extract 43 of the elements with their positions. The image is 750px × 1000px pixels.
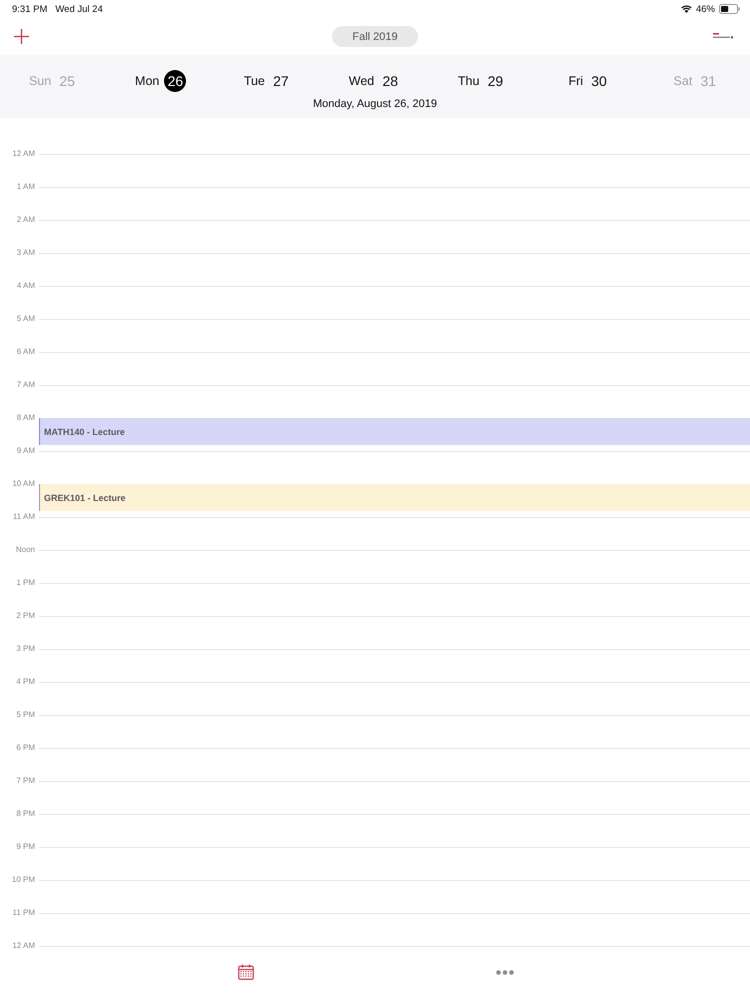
day-tab[interactable]: Wed 28 [346, 70, 404, 92]
hour-label: 8 AM [16, 413, 36, 423]
battery-icon [719, 4, 740, 14]
day-tab[interactable]: Mon 26 [133, 70, 188, 92]
hour-label: 5 PM [15, 710, 36, 720]
hour-label: 1 PM [15, 578, 36, 588]
status-time: 9:31 PM [12, 4, 48, 14]
hour-label: 6 AM [16, 347, 36, 357]
hour-label: 2 PM [15, 611, 36, 621]
calendar-icon [238, 964, 254, 980]
hour-label: 11 AM [12, 512, 36, 522]
hour-label: 5 AM [16, 314, 36, 324]
event-block[interactable]: MATH140 - Lecture [39, 418, 750, 445]
hour-label: 4 PM [15, 677, 36, 687]
add-button[interactable] [14, 29, 29, 44]
hour-label: 12 AM [11, 941, 36, 951]
hour-label: 3 AM [16, 248, 36, 258]
hour-label: 4 AM [16, 281, 36, 291]
hour-label: 7 AM [16, 380, 36, 390]
term-selector[interactable]: Fall 2019 [332, 26, 418, 47]
logo-icon [713, 33, 733, 40]
hour-label: 6 PM [15, 743, 36, 753]
hour-label: 7 PM [15, 776, 36, 786]
wifi-icon [680, 5, 692, 13]
hour-label: 8 PM [15, 809, 36, 819]
day-tab[interactable]: Tue 27 [242, 70, 294, 92]
hour-label: 11 PM [11, 908, 36, 918]
hour-label: 10 PM [10, 875, 36, 885]
hour-label: Noon [14, 545, 36, 555]
day-tab[interactable]: Thu 29 [456, 70, 508, 92]
hour-label: 3 PM [15, 644, 36, 654]
hour-label: 1 AM [16, 182, 36, 192]
event-block[interactable]: GREK101 - Lecture [39, 484, 750, 511]
battery-percent: 46% [696, 4, 715, 14]
hour-label: 12 AM [11, 149, 36, 159]
more-icon [496, 970, 514, 974]
hour-label: 9 AM [16, 446, 36, 456]
status-date: Wed Jul 24 [55, 4, 103, 14]
hour-label: 10 AM [11, 479, 36, 489]
day-tab[interactable]: Fri 30 [566, 70, 612, 92]
hour-label: 2 AM [16, 215, 36, 225]
hour-label: 9 PM [15, 842, 36, 852]
selected-date-label: Monday, August 26, 2019 [313, 97, 437, 111]
